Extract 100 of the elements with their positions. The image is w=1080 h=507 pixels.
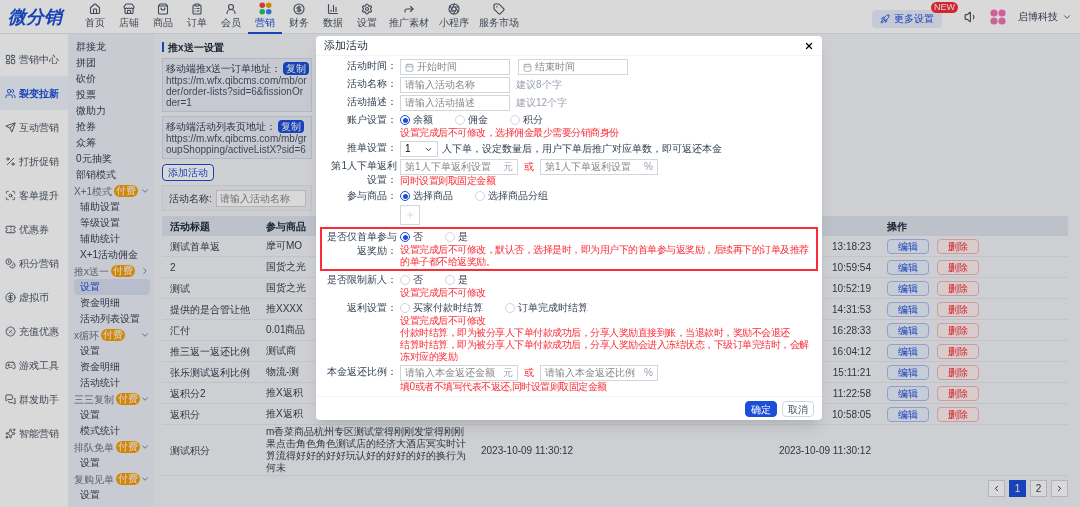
menu-item[interactable]: 游戏工具 [0,348,68,382]
submenu-item[interactable]: 设置 [74,343,150,359]
submenu-item[interactable]: 砍价 [68,71,154,87]
date-picker[interactable]: 开始时间 [400,59,510,75]
next-page-button[interactable] [1051,480,1068,497]
submenu-item[interactable]: 群接龙 [68,39,154,55]
search-field[interactable]: 请输入活动名称 [215,189,306,207]
submenu-item[interactable]: X+1活动佣金 [74,247,150,263]
submenu-item[interactable]: 辅助统计 [74,231,150,247]
date-input[interactable]: 结束时间 [535,60,623,74]
gamepad-icon [5,359,16,371]
edit-button[interactable]: 编辑 [887,301,929,317]
copy-button[interactable]: 复制 [283,62,309,75]
radio-label: 积分 [523,113,543,127]
radio-button[interactable] [400,232,410,242]
submenu-item[interactable]: 众筹 [68,135,154,151]
radio-label: 否 [413,273,423,287]
clipboard-icon [191,2,203,15]
copy-button[interactable]: 复制 [278,120,304,133]
table-cell-text: 10:58:05 [832,407,871,422]
menu-item[interactable]: 裂变拉新 [0,76,68,110]
submenu-item[interactable]: 设置 [74,455,150,471]
submenu-item[interactable]: 活动列表设置 [74,311,150,327]
select-field[interactable]: 1 [400,141,438,157]
input-field[interactable]: 请输入活动描述 [400,95,510,111]
submenu-group[interactable]: 三三复制 [74,391,114,407]
nav-tab[interactable]: 数据 [316,0,350,34]
submenu-item[interactable]: 资金明细 [74,295,150,311]
menu-item[interactable]: 互动营销 [0,110,68,144]
nav-tab[interactable]: 推广素材 [384,0,434,34]
submenu-item[interactable]: 辅助设置 [74,199,150,215]
chevron-down-icon[interactable] [140,186,150,196]
submenu-item[interactable]: 设置 [74,487,150,503]
submenu-group[interactable]: 排队免单 [74,439,114,455]
submenu-item[interactable]: 资金明细 [74,359,150,375]
submenu-group[interactable]: 复购见单 [74,471,114,487]
nav-tab[interactable]: 首页 [78,0,112,34]
chevron-down-icon[interactable] [140,442,150,452]
submenu-item[interactable]: 设置 [74,407,150,423]
close-icon[interactable] [804,40,814,51]
menu-item[interactable]: 积分营销 [0,246,68,280]
radio-button[interactable] [400,191,410,201]
edit-button[interactable]: 编辑 [887,259,929,275]
menu-item[interactable]: 群发助手 [0,382,68,416]
nav-tab[interactable]: 会员 [214,0,248,34]
submenu-group[interactable]: X+1模式 [74,183,113,199]
menu-item[interactable]: 营销中心 [0,42,68,76]
submenu-item[interactable]: 拼团 [68,55,154,71]
menu-item[interactable]: 客单提升 [0,178,68,212]
submenu-item[interactable]: 设置 [74,279,150,295]
menu-item[interactable]: 打折促销 [0,144,68,178]
submenu-item[interactable]: 模式统计 [74,423,150,439]
prev-page-button[interactable] [988,480,1005,497]
calendar-icon [523,62,532,72]
menu-item[interactable]: 智能营销 [0,416,68,450]
date-picker[interactable]: 结束时间 [518,59,628,75]
date-input[interactable]: 开始时间 [417,60,505,74]
chevron-down-icon[interactable] [140,330,150,340]
edit-button[interactable]: 编辑 [887,406,929,422]
submenu-item[interactable]: 部销模式 [68,167,154,183]
submenu-item[interactable]: 微助力 [68,103,154,119]
edit-button[interactable]: 编辑 [887,322,929,338]
menu-item[interactable]: 虚拟币 [0,280,68,314]
edit-button[interactable]: 编辑 [887,238,929,254]
nav-tab[interactable]: 设置 [350,0,384,34]
chevron-right-icon[interactable] [140,266,150,276]
radio-button[interactable] [400,115,410,125]
edit-button[interactable]: 编辑 [887,385,929,401]
nav-tab[interactable]: 服务市场 [474,0,524,34]
submenu-group[interactable]: x循环 [74,327,99,343]
confirm-button[interactable]: 确定 [745,400,777,417]
cancel-button[interactable]: 取消 [782,400,814,417]
page-button[interactable]: 2 [1030,480,1047,497]
submenu-item[interactable]: 抢券 [68,119,154,135]
submenu-item[interactable]: 活动统计 [74,375,150,391]
nav-tab[interactable]: 店铺 [112,0,146,34]
account-menu[interactable]: 启博科技 [1018,9,1072,24]
add-activity-button[interactable]: 添加活动 [162,164,214,181]
table-cell: 返积分2 [170,387,206,399]
edit-button[interactable]: 编辑 [887,280,929,296]
table-cell: 2023-10-09 11:30:12 [481,444,574,456]
more-settings-button[interactable]: 更多设置 [872,9,942,28]
submenu-item[interactable]: 0元抽奖 [68,151,154,167]
radio-label: 是 [458,230,468,244]
page-button[interactable]: 1 [1009,480,1026,497]
nav-tab[interactable]: 订单 [180,0,214,34]
edit-button[interactable]: 编辑 [887,364,929,380]
nav-tab[interactable]: 财务 [282,0,316,34]
submenu-group[interactable]: 推x送一 [74,263,109,279]
dollar-icon [293,2,305,15]
menu-item[interactable]: 优惠券 [0,212,68,246]
submenu-item[interactable]: 投票 [68,87,154,103]
menu-item[interactable]: 充值优惠 [0,314,68,348]
submenu-item[interactable]: 等级设置 [74,215,150,231]
chevron-down-icon[interactable] [140,474,150,484]
input-field[interactable]: 请输入活动名称 [400,77,510,93]
chevron-down-icon[interactable] [140,394,150,404]
edit-button[interactable]: 编辑 [887,343,929,359]
nav-tab[interactable]: 小程序 [434,0,474,34]
nav-tab[interactable]: 商品 [146,0,180,34]
